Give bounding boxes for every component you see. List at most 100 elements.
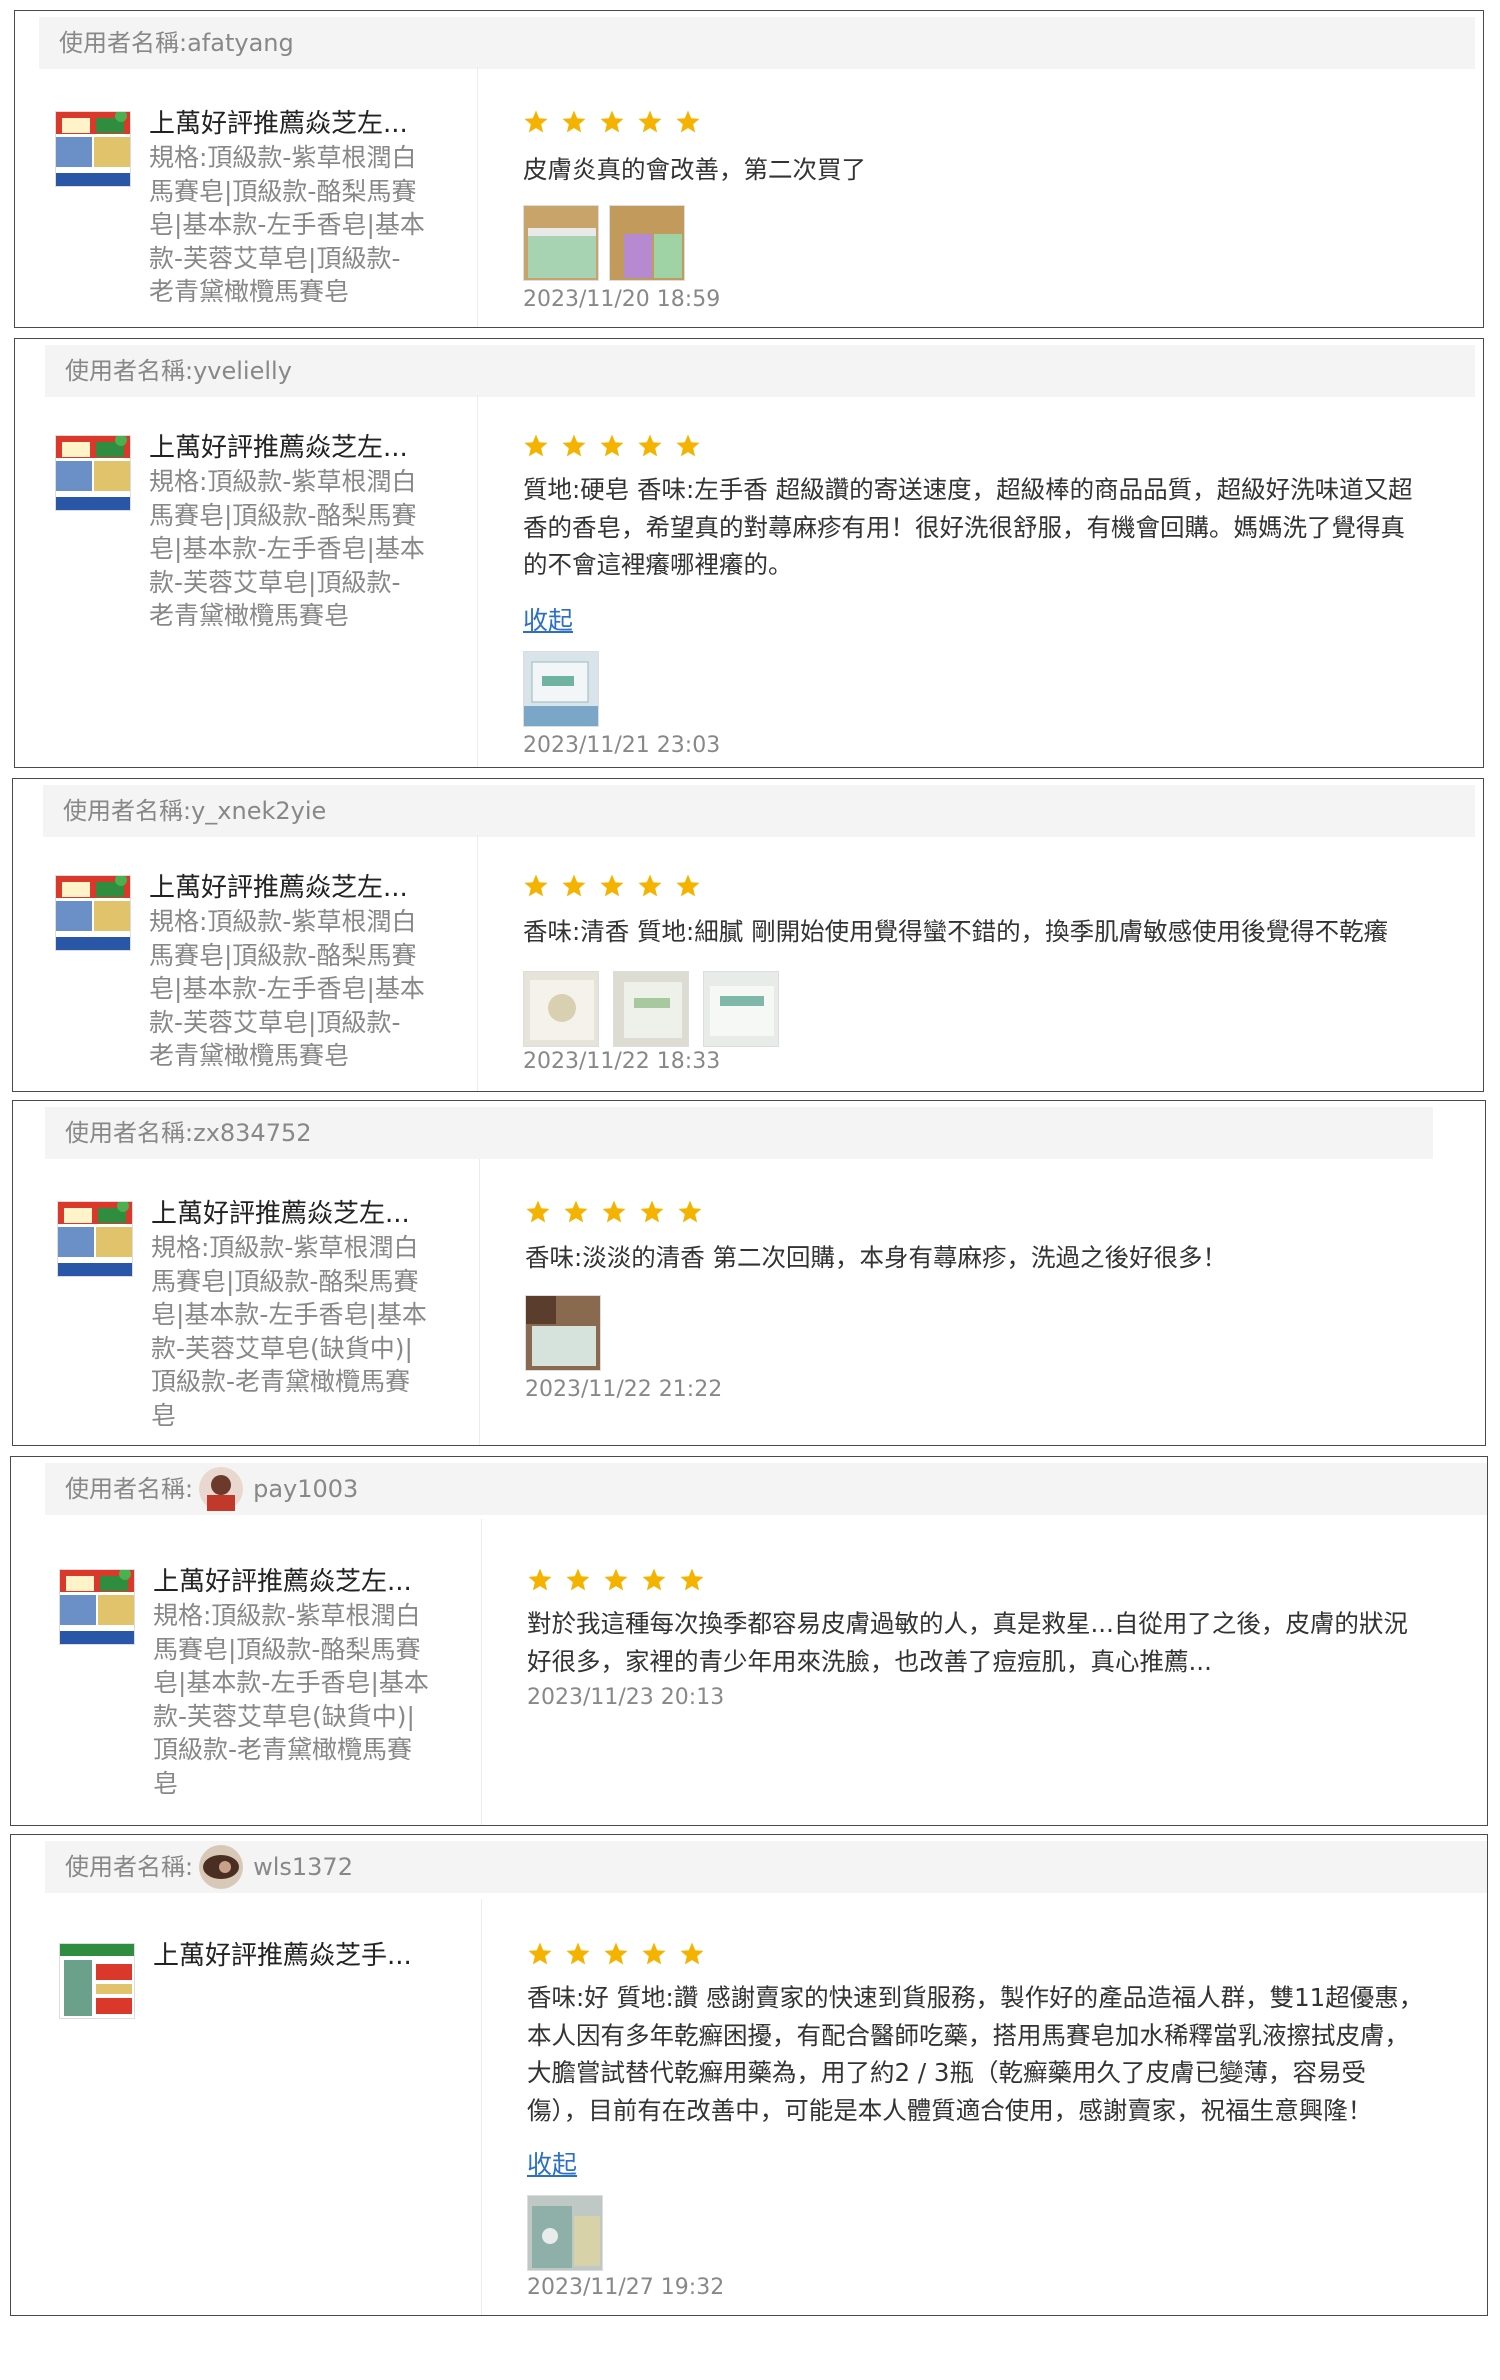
avatar[interactable]: [199, 1845, 244, 1889]
column-divider: [481, 1519, 482, 1825]
star-icon: [603, 1567, 629, 1597]
username: y_xnek2yie: [191, 797, 327, 825]
star-icon: [527, 1567, 553, 1597]
username: yvelielly: [193, 357, 292, 385]
review-card: 使用者名稱: afatyang 上萬好評推薦焱芝左... 規格:頂級款-紫草根潤白…: [14, 10, 1484, 328]
review-card: 使用者名稱: yvelielly 上萬好評推薦焱芝左... 規格:頂級款-紫草根潤…: [14, 338, 1484, 768]
avatar[interactable]: [199, 1467, 244, 1511]
star-icon: [599, 433, 625, 463]
star-icon: [561, 433, 587, 463]
reviewer-header: 使用者名稱: zx834752: [45, 1107, 1433, 1159]
column-divider: [477, 395, 478, 767]
review-card: 使用者名稱: pay1003 上萬好評推薦焱芝左... 規格:頂級款-紫草根潤白…: [10, 1456, 1488, 1826]
column-divider: [479, 1159, 480, 1445]
star-icon: [679, 1567, 705, 1597]
review-photo[interactable]: [527, 2195, 603, 2271]
review-text: 皮膚炎真的會改善，第二次買了: [523, 155, 866, 184]
reviewer-header: 使用者名稱: afatyang: [39, 17, 1475, 69]
review-date: 2023/11/21 23:03: [523, 733, 721, 758]
product-thumbnail[interactable]: [59, 1569, 135, 1645]
review-photo[interactable]: [523, 205, 599, 281]
column-divider: [481, 1899, 482, 2315]
product-spec: 規格:頂級款-紫草根潤白 馬賽皂|頂級款-酪梨馬賽 皂|基本款-左手香皂|基本 款-芙…: [153, 1601, 429, 1798]
review-text: 質地:硬皂 香味:左手香 超級讚的寄送速度，超級棒的商品品質，超級好洗味道又超香…: [523, 475, 1413, 579]
star-icon: [675, 873, 701, 903]
star-icon: [599, 873, 625, 903]
review-date: 2023/11/22 18:33: [523, 1049, 721, 1074]
product-thumbnail[interactable]: [55, 875, 131, 951]
username-label: 使用者名稱:: [65, 1119, 194, 1147]
star-icon: [637, 109, 663, 139]
product-thumbnail[interactable]: [59, 1943, 135, 2019]
review-photo[interactable]: [613, 971, 689, 1047]
star-icon: [599, 109, 625, 139]
review-date: 2023/11/27 19:32: [527, 2275, 725, 2300]
star-icon: [679, 1941, 705, 1971]
review-photo[interactable]: [703, 971, 779, 1047]
review-text: 香味:淡淡的清香 第二次回購，本身有蕁麻疹，洗過之後好很多！: [525, 1243, 1228, 1272]
collapse-link[interactable]: 收起: [523, 601, 573, 637]
review-photo[interactable]: [523, 971, 599, 1047]
star-icon: [639, 1199, 665, 1229]
review-card: 使用者名稱: zx834752 上萬好評推薦焱芝左... 規格:頂級款-紫草根潤白…: [12, 1100, 1486, 1446]
username-label: 使用者名稱:: [59, 29, 188, 57]
reviewer-header: 使用者名稱: y_xnek2yie: [43, 785, 1475, 837]
star-icon: [527, 1941, 553, 1971]
username-label: 使用者名稱:: [65, 357, 194, 385]
product-spec: 規格:頂級款-紫草根潤白 馬賽皂|頂級款-酪梨馬賽 皂|基本款-左手香皂|基本 款-芙…: [149, 143, 425, 306]
product-title[interactable]: 上萬好評推薦焱芝手...: [153, 1939, 412, 1973]
star-rating: [523, 109, 701, 139]
star-icon: [677, 1199, 703, 1229]
reviewer-header: 使用者名稱: yvelielly: [45, 345, 1475, 397]
product-thumbnail[interactable]: [55, 435, 131, 511]
reviewer-header: 使用者名稱: pay1003: [45, 1463, 1487, 1515]
star-icon: [523, 873, 549, 903]
column-divider: [477, 67, 478, 327]
product-title[interactable]: 上萬好評推薦焱芝左...: [149, 431, 408, 465]
column-divider: [477, 835, 478, 1091]
product-title[interactable]: 上萬好評推薦焱芝左...: [151, 1197, 410, 1231]
product-thumbnail[interactable]: [55, 111, 131, 187]
star-icon: [563, 1199, 589, 1229]
review-text: 香味:好 質地:讚 感謝賣家的快速到貨服務，製作好的產品造福人群，雙11超優惠，…: [527, 1983, 1424, 2125]
collapse-link[interactable]: 收起: [527, 2145, 577, 2181]
star-icon: [561, 109, 587, 139]
username: wls1372: [253, 1853, 353, 1881]
star-icon: [637, 873, 663, 903]
review-text: 香味:清香 質地:細膩 剛開始使用覺得蠻不錯的，換季肌膚敏感使用後覺得不乾癢: [523, 917, 1389, 946]
username: pay1003: [253, 1475, 359, 1503]
review-photo[interactable]: [523, 651, 599, 727]
star-rating: [523, 433, 701, 463]
star-rating: [523, 873, 701, 903]
product-spec: 規格:頂級款-紫草根潤白 馬賽皂|頂級款-酪梨馬賽 皂|基本款-左手香皂|基本 款-芙…: [149, 907, 425, 1070]
star-icon: [637, 433, 663, 463]
star-icon: [565, 1567, 591, 1597]
star-icon: [523, 109, 549, 139]
product-title[interactable]: 上萬好評推薦焱芝左...: [149, 107, 408, 141]
star-icon: [523, 433, 549, 463]
review-card: 使用者名稱: wls1372 上萬好評推薦焱芝手... 香味:好 質地:讚 感謝…: [10, 1834, 1488, 2316]
review-photo[interactable]: [525, 1295, 601, 1371]
star-icon: [641, 1567, 667, 1597]
star-rating: [525, 1199, 703, 1229]
product-title[interactable]: 上萬好評推薦焱芝左...: [149, 871, 408, 905]
review-text: 對於我這種每次換季都容易皮膚過敏的人，真是救星...自從用了之後，皮膚的狀況 好很…: [527, 1609, 1408, 1676]
star-icon: [601, 1199, 627, 1229]
username-label: 使用者名稱:: [65, 1853, 194, 1881]
star-icon: [561, 873, 587, 903]
star-icon: [565, 1941, 591, 1971]
star-rating: [527, 1567, 705, 1597]
username-label: 使用者名稱:: [63, 797, 192, 825]
review-card: 使用者名稱: y_xnek2yie 上萬好評推薦焱芝左... 規格:頂級款-紫草根…: [12, 778, 1484, 1092]
review-date: 2023/11/22 21:22: [525, 1377, 723, 1402]
reviewer-header: 使用者名稱: wls1372: [45, 1841, 1487, 1893]
username: afatyang: [187, 29, 294, 57]
product-spec: 規格:頂級款-紫草根潤白 馬賽皂|頂級款-酪梨馬賽 皂|基本款-左手香皂|基本 款-芙…: [149, 467, 425, 630]
star-icon: [641, 1941, 667, 1971]
review-date: 2023/11/20 18:59: [523, 287, 721, 312]
review-photo[interactable]: [609, 205, 685, 281]
product-spec: 規格:頂級款-紫草根潤白 馬賽皂|頂級款-酪梨馬賽 皂|基本款-左手香皂|基本 款-芙…: [151, 1233, 427, 1430]
product-title[interactable]: 上萬好評推薦焱芝左...: [153, 1565, 412, 1599]
star-rating: [527, 1941, 705, 1971]
product-thumbnail[interactable]: [57, 1201, 133, 1277]
